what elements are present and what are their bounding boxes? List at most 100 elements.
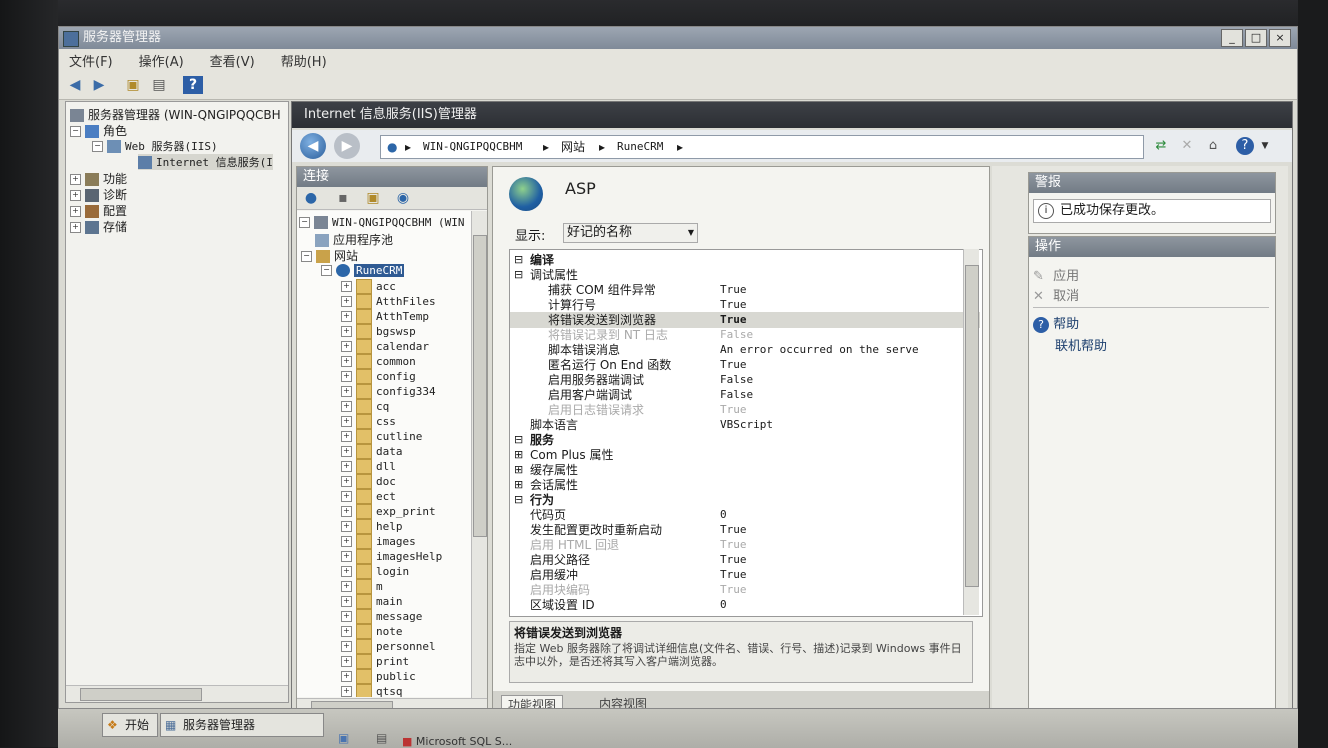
folder-icon[interactable]: ▣ — [363, 189, 383, 207]
quicklaunch-icon[interactable]: ▣ — [338, 731, 349, 745]
scroll-thumb[interactable] — [80, 688, 202, 701]
expand-icon[interactable]: ⊞ — [514, 462, 523, 478]
tree-features[interactable]: + 功能 — [70, 170, 127, 187]
expand-icon[interactable]: + — [341, 596, 352, 607]
tree-site[interactable]: − RuneCRM — [321, 263, 405, 277]
property-row[interactable]: ⊟ 调试属性 — [510, 267, 980, 283]
help-icon[interactable]: ? — [1236, 137, 1254, 155]
display-select[interactable]: 好记的名称 ▼ — [563, 223, 698, 243]
tree-app-pools[interactable]: 应用程序池 — [315, 231, 393, 248]
property-row[interactable]: ⊞ 会话属性 — [510, 477, 980, 493]
online-help-action[interactable]: 联机帮助 — [1055, 335, 1107, 354]
cancel-action[interactable]: ✕ 取消 — [1033, 285, 1079, 304]
expand-icon[interactable]: + — [341, 371, 352, 382]
tree-iis[interactable]: Internet 信息服务(I — [138, 154, 273, 170]
tree-roles[interactable]: − 角色 — [70, 122, 127, 139]
collapse-icon[interactable]: − — [321, 265, 332, 276]
expand-icon[interactable]: + — [70, 222, 81, 233]
property-row[interactable]: 脚本错误消息 An error occurred on the serve — [510, 342, 980, 358]
folder-18[interactable]: + imagesHelp — [341, 549, 442, 564]
tree-storage[interactable]: + 存储 — [70, 218, 127, 235]
tree-horizontal-scrollbar[interactable] — [66, 685, 288, 702]
folder-10[interactable]: + cutline — [341, 429, 422, 444]
collapse-icon[interactable]: ⊟ — [514, 267, 523, 283]
expand-icon[interactable]: ⊞ — [514, 447, 523, 463]
property-row[interactable]: ⊞ Com Plus 属性 — [510, 447, 980, 463]
folder-16[interactable]: + help — [341, 519, 403, 534]
expand-icon[interactable]: + — [341, 386, 352, 397]
save-icon[interactable]: ▪ — [333, 189, 353, 207]
expand-icon[interactable]: + — [341, 506, 352, 517]
expand-icon[interactable]: + — [70, 206, 81, 217]
menu-file[interactable]: 文件(F) — [69, 51, 113, 70]
menu-view[interactable]: 查看(V) — [210, 51, 255, 70]
expand-icon[interactable]: + — [341, 431, 352, 442]
folder-11[interactable]: + data — [341, 444, 403, 459]
scroll-thumb[interactable] — [965, 265, 979, 587]
collapse-icon[interactable]: − — [92, 141, 103, 152]
folder-20[interactable]: + m — [341, 579, 383, 594]
collapse-icon[interactable]: ⊟ — [514, 492, 523, 508]
folder-0[interactable]: + acc — [341, 279, 396, 294]
expand-icon[interactable]: + — [341, 416, 352, 427]
folder-4[interactable]: + calendar — [341, 339, 429, 354]
collapse-icon[interactable]: ⊟ — [514, 432, 523, 448]
property-row[interactable]: 启用客户端调试 False — [510, 387, 980, 403]
stop-icon[interactable]: ✕ — [1178, 137, 1196, 155]
collapse-icon[interactable]: − — [70, 126, 81, 137]
up-folder-icon[interactable]: ▣ — [123, 76, 143, 94]
property-row[interactable]: 启用缓冲 True — [510, 567, 980, 583]
apply-action[interactable]: ✎ 应用 — [1033, 265, 1079, 284]
chevron-down-icon[interactable]: ▼ — [1256, 137, 1274, 155]
tree-root[interactable]: 服务器管理器 (WIN-QNGIPQQCBH — [70, 106, 281, 123]
expand-icon[interactable]: + — [341, 641, 352, 652]
folder-13[interactable]: + doc — [341, 474, 396, 489]
folder-17[interactable]: + images — [341, 534, 416, 549]
folder-14[interactable]: + ect — [341, 489, 396, 504]
quicklaunch-icon[interactable]: ▤ — [376, 731, 387, 745]
show-hide-tree-icon[interactable]: ▤ — [149, 76, 169, 94]
folder-5[interactable]: + common — [341, 354, 416, 369]
close-button[interactable]: × — [1269, 29, 1291, 47]
property-row[interactable]: 启用 HTML 回退 True — [510, 537, 980, 553]
home-icon[interactable]: ⌂ — [1204, 137, 1222, 155]
folder-3[interactable]: + bgswsp — [341, 324, 416, 339]
property-row[interactable]: 启用块编码 True — [510, 582, 980, 598]
folder-19[interactable]: + login — [341, 564, 409, 579]
property-row[interactable]: ⊟ 编译 — [510, 252, 980, 268]
expand-icon[interactable]: + — [341, 671, 352, 682]
tree-server[interactable]: − WIN-QNGIPQQCBHM (WIN — [299, 215, 464, 229]
expand-icon[interactable]: + — [341, 461, 352, 472]
expand-icon[interactable]: + — [341, 311, 352, 322]
expand-icon[interactable]: + — [341, 296, 352, 307]
folder-6[interactable]: + config — [341, 369, 416, 384]
tree-sites[interactable]: − 网站 — [301, 247, 358, 264]
property-row[interactable]: 捕获 COM 组件异常 True — [510, 282, 980, 298]
expand-icon[interactable]: + — [341, 476, 352, 487]
expand-icon[interactable]: + — [341, 521, 352, 532]
expand-icon[interactable]: + — [341, 281, 352, 292]
property-row[interactable]: 发生配置更改时重新启动 True — [510, 522, 980, 538]
folder-27[interactable]: + qtsq — [341, 684, 403, 697]
folder-12[interactable]: + dll — [341, 459, 396, 474]
property-row[interactable]: 启用父路径 True — [510, 552, 980, 568]
expand-icon[interactable]: + — [341, 446, 352, 457]
property-row[interactable]: ⊞ 缓存属性 — [510, 462, 980, 478]
refresh-icon[interactable]: ⇄ — [1152, 137, 1170, 155]
tree-web-server[interactable]: − Web 服务器(IIS) — [92, 138, 218, 154]
collapse-icon[interactable]: − — [301, 251, 312, 262]
back-arrow-icon[interactable]: ◀ — [65, 76, 85, 94]
expand-icon[interactable]: + — [341, 326, 352, 337]
breadcrumb-server[interactable]: WIN-QNGIPQQCBHM — [423, 136, 522, 158]
folder-9[interactable]: + css — [341, 414, 396, 429]
folder-23[interactable]: + note — [341, 624, 403, 639]
expand-icon[interactable]: + — [341, 566, 352, 577]
connections-vertical-scrollbar[interactable] — [471, 211, 487, 699]
maximize-button[interactable]: □ — [1245, 29, 1267, 47]
collapse-icon[interactable]: ⊟ — [514, 252, 523, 268]
expand-icon[interactable]: + — [341, 656, 352, 667]
scroll-thumb[interactable] — [473, 235, 487, 537]
start-button[interactable]: ❖ 开始 — [102, 713, 159, 737]
folder-2[interactable]: + AtthTemp — [341, 309, 429, 324]
folder-7[interactable]: + config334 — [341, 384, 436, 399]
